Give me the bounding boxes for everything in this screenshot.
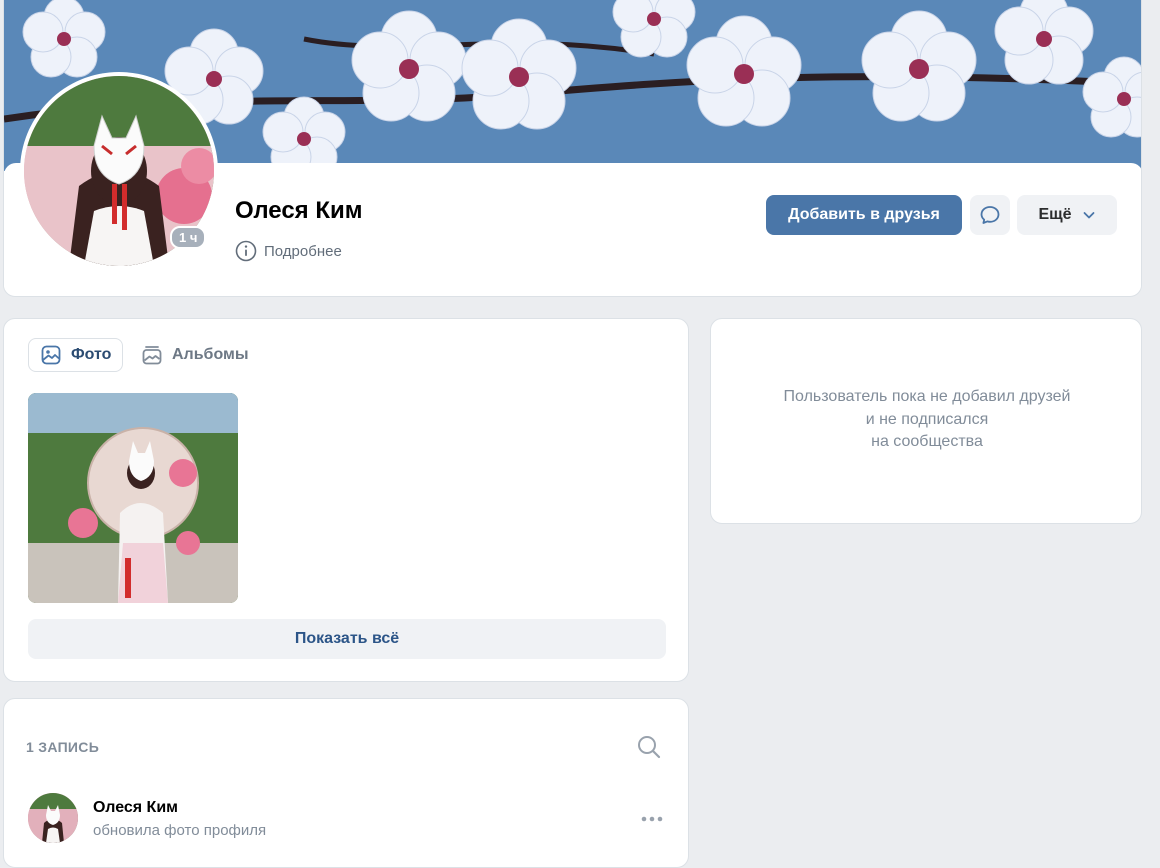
more-horizontal-icon (641, 816, 663, 822)
post-author-name[interactable]: Олеся Ким (93, 799, 178, 817)
tab-albums[interactable]: Альбомы (141, 338, 249, 372)
search-icon (638, 736, 661, 759)
photos-card: Фото Альбомы Показать всё (3, 318, 689, 682)
albums-icon (142, 346, 162, 365)
friends-empty-line: Пользователь пока не добавил друзей (783, 388, 1071, 405)
tab-photos-label: Фото (71, 346, 112, 363)
message-button[interactable] (970, 195, 1010, 235)
tab-albums-label: Альбомы (172, 346, 249, 363)
chevron-down-icon (1083, 212, 1094, 219)
add-friend-button[interactable]: Добавить в друзья (766, 195, 962, 235)
online-status-badge: 1 ч (170, 226, 207, 249)
friends-empty-line: и не подписался (865, 410, 989, 428)
friends-empty-message: Пользователь пока не добавил друзей и не… (711, 386, 1143, 454)
post-avatar-illustration (28, 793, 78, 843)
tab-photos[interactable]: Фото (28, 338, 123, 372)
photo-thumbnail-illustration (28, 393, 238, 603)
wall-card: 1 ЗАПИСЬ Олеся Ким обновила фото профиля (3, 698, 689, 868)
post-action-text: обновила фото профиля (93, 822, 267, 839)
info-icon (235, 240, 257, 262)
wall-search-button[interactable] (636, 734, 662, 765)
post-menu-button[interactable] (640, 811, 664, 823)
more-button[interactable]: Ещё (1017, 195, 1117, 235)
post-author-avatar[interactable] (28, 793, 78, 843)
friends-empty-line: на сообщества (871, 433, 983, 450)
more-label: Ещё (1038, 206, 1072, 223)
profile-name: Олеся Ким (235, 197, 363, 224)
wall-post-count: 1 ЗАПИСЬ (26, 739, 100, 755)
photo-thumbnail[interactable] (28, 393, 238, 603)
image-icon (41, 345, 61, 365)
friends-card: Пользователь пока не добавил друзей и не… (710, 318, 1142, 524)
chat-bubble-icon (980, 206, 1000, 224)
details-link[interactable]: Подробнее (235, 240, 342, 262)
details-label: Подробнее (264, 242, 342, 260)
show-all-photos-button[interactable]: Показать всё (28, 619, 666, 659)
